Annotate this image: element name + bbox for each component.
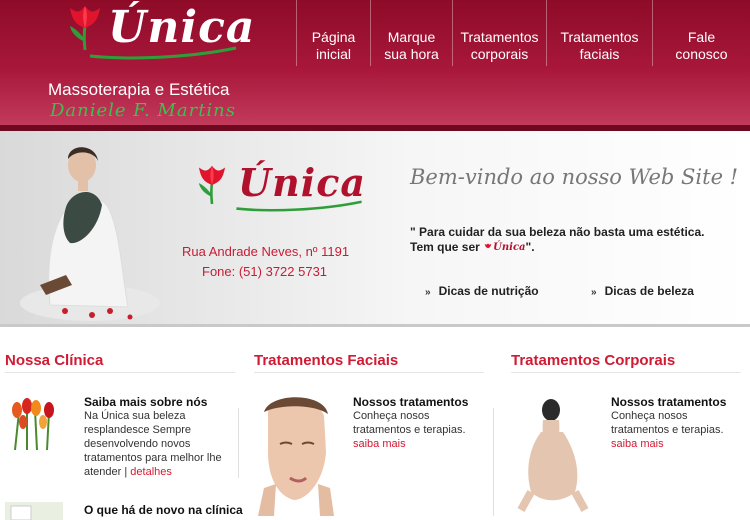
clinic-news-photo: [5, 502, 63, 520]
tulip-icon: [198, 165, 226, 205]
detalhes-link[interactable]: detalhes: [130, 466, 172, 478]
slogan-suffix: ".: [525, 240, 535, 254]
slogan-prefix: Tem que ser: [410, 240, 480, 254]
section-rule: [254, 372, 484, 373]
welcome-heading: Bem-vindo ao nosso Web Site !: [410, 165, 739, 189]
logo-swoosh: [236, 200, 362, 212]
tulip-mini-icon: [484, 243, 492, 249]
nav-label-line2: inicial: [315, 46, 351, 62]
tratamentos-faciais-title: Tratamentos Faciais: [254, 352, 399, 369]
nav-label-line1: Tratamentos: [460, 29, 539, 45]
dicas-beleza-link[interactable]: » Dicas de beleza: [591, 284, 694, 298]
nossa-clinica-title: Nossa Clínica: [5, 352, 104, 369]
nav-label-line1: Tratamentos: [560, 29, 639, 45]
nav-label-line1: Marque: [387, 29, 436, 45]
slogan-line1: " Para cuidar da sua beleza não basta um…: [410, 225, 705, 239]
body-item-body: Conheça nosos tratamentos e terapias.: [611, 410, 724, 436]
nav-tratamentos-faciais[interactable]: Tratamentos faciais: [546, 0, 652, 66]
body-saiba-mais-link[interactable]: saiba mais: [611, 438, 664, 450]
nav-label-line2: sua hora: [384, 46, 439, 62]
dicas-beleza-label: Dicas de beleza: [604, 284, 694, 298]
nav-tratamentos-corporais[interactable]: Tratamentos corporais: [452, 0, 546, 66]
double-arrow-icon: »: [425, 287, 431, 298]
facial-treatment-photo: [254, 392, 338, 516]
tratamentos-corporais-title: Tratamentos Corporais: [511, 352, 676, 369]
nav-label-line2: conosco: [675, 46, 728, 62]
slogan-logo: Única: [493, 242, 526, 254]
woman-photo: [20, 147, 160, 321]
section-rule: [5, 372, 235, 373]
nav-label-line2: faciais: [579, 46, 620, 62]
tulip-logo-icon: [70, 6, 100, 51]
body-item-title[interactable]: Nossos tratamentos: [611, 395, 726, 409]
section-rule: [511, 372, 741, 373]
dicas-nutricao-link[interactable]: » Dicas de nutrição: [425, 284, 539, 298]
owner-name: Daniele F. Martins: [50, 100, 237, 121]
nav-label-line2: corporais: [470, 46, 529, 62]
site-tagline: Massoterapia e Estética: [48, 80, 230, 99]
body-item-text: Conheça nosos tratamentos e terapias. sa…: [611, 409, 741, 451]
clinic-address: Rua Andrade Neves, nº 1191: [182, 244, 350, 259]
column-divider: [238, 408, 239, 478]
site-logo[interactable]: Única Massoterapia e Estética Daniele F.…: [40, 0, 260, 125]
body-treatment-photo: [511, 392, 593, 516]
facial-item-text: Conheça nosos tratamentos e terapias. sa…: [353, 409, 483, 451]
double-arrow-icon: »: [591, 287, 597, 298]
tulips-photo: [5, 392, 63, 450]
nav-label-line1: Página: [311, 29, 356, 45]
nav-pagina-inicial[interactable]: Página inicial: [296, 0, 370, 66]
nav-marque-sua-hora[interactable]: Marque sua hora: [370, 0, 452, 66]
banner-logo-wordmark: Única: [238, 160, 366, 205]
facial-item-title[interactable]: Nossos tratamentos: [353, 395, 468, 409]
banner-logo: Única: [192, 160, 365, 220]
site-header: Única Massoterapia e Estética Daniele F.…: [0, 0, 750, 125]
clinic-item2-title[interactable]: O que há de novo na clínica: [84, 503, 243, 517]
clinic-phone: Fone: (51) 3722 5731: [202, 264, 328, 279]
nav-fale-conosco[interactable]: Fale conosco: [652, 0, 750, 66]
nav-label-line1: Fale: [687, 29, 716, 45]
facial-saiba-mais-link[interactable]: saiba mais: [353, 438, 406, 450]
facial-item-body: Conheça nosos tratamentos e terapias.: [353, 410, 466, 436]
main-nav: Página inicial Marque sua hora Tratament…: [296, 0, 750, 125]
dicas-nutricao-label: Dicas de nutrição: [438, 284, 539, 298]
slogan-line2: Tem que ser Única".: [410, 240, 535, 254]
clinic-item1-text: Na Única sua beleza resplandesce Sempre …: [84, 409, 234, 479]
column-divider: [493, 408, 494, 516]
clinic-item1-title[interactable]: Saiba mais sobre nós: [84, 395, 207, 409]
logo-swoosh: [89, 46, 237, 60]
